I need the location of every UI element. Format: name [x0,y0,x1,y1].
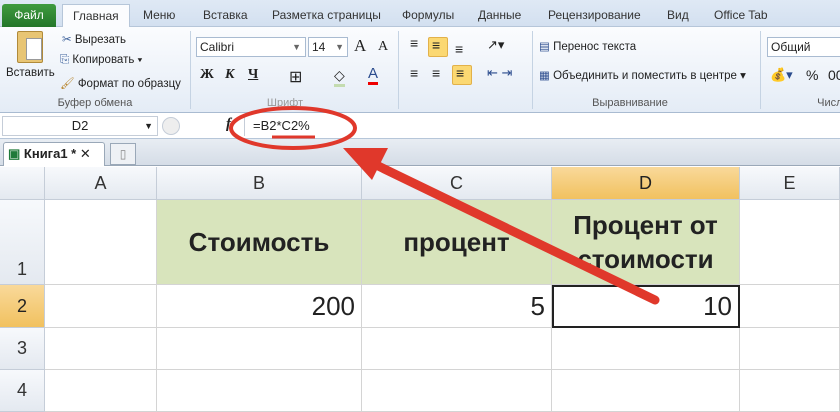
underline-button[interactable]: Ч [248,67,258,83]
cell-c1[interactable]: процент [362,200,552,285]
tab-home[interactable]: Главная [62,4,130,28]
row-header-4[interactable]: 4 [0,370,45,412]
column-header-b[interactable]: B [157,167,362,200]
paste-icon[interactable] [17,31,43,63]
excel-icon: ▣ [8,146,24,161]
cell-d2-selected[interactable]: 10 [552,285,740,328]
cell-b4[interactable] [157,370,362,412]
name-box[interactable]: D2 ▼ [2,116,158,136]
cell-d4[interactable] [552,370,740,412]
format-painter-label: Формат по образцу [77,78,181,90]
cut-button[interactable]: ✂ Вырезать [62,32,126,46]
copy-icon: ⎘ [60,54,73,66]
currency-icon[interactable]: 💰▾ [770,67,793,83]
tab-formulas[interactable]: Формулы [392,4,464,27]
cut-label: Вырезать [74,34,126,46]
indent-icons[interactable]: ⇤ ⇥ [487,65,512,81]
tab-review[interactable]: Рецензирование [538,4,651,27]
font-name-select[interactable]: Calibri ▼ [196,37,306,57]
format-painter-button[interactable]: 🖌 Формат по образцу [60,76,181,90]
brush-icon: 🖌 [60,78,75,90]
column-header-c[interactable]: C [362,167,552,200]
tab-file[interactable]: Файл [2,4,56,27]
ribbon: Вставить ✂ Вырезать ⎘ Копировать ▾ 🖌 Фор… [0,27,840,113]
tab-data[interactable]: Данные [468,4,531,27]
column-header-d[interactable]: D [552,167,740,200]
font-group-label: Шрифт [266,97,304,109]
number-group-label: Число [817,97,840,109]
cell-e2[interactable] [740,285,840,328]
cell-b1[interactable]: Стоимость [157,200,362,285]
borders-icon[interactable]: ⊞ [289,67,302,87]
column-header-a[interactable]: A [45,167,157,200]
tab-menu[interactable]: Меню [133,4,185,27]
cell-c3[interactable] [362,328,552,370]
align-bottom-icon[interactable]: ≡ [455,41,463,57]
clipboard-group-label: Буфер обмена [57,97,133,109]
cell-e3[interactable] [740,328,840,370]
grow-font-icon[interactable]: A [354,36,366,56]
ribbon-tab-bar: Файл Главная Меню Вставка Разметка стран… [0,0,840,28]
cell-a3[interactable] [45,328,157,370]
font-size-select[interactable]: 14 ▼ [308,37,348,57]
row-header-3[interactable]: 3 [0,328,45,370]
merge-center-button[interactable]: ▦ Объединить и поместить в центре ▾ [539,68,746,82]
select-all-corner[interactable] [0,167,45,200]
wrap-text-icon: ▤ [539,41,554,53]
scissors-icon: ✂ [62,34,75,46]
align-center-icon[interactable]: ≡ [432,65,440,81]
cell-d3[interactable] [552,328,740,370]
cell-c4[interactable] [362,370,552,412]
wrap-text-button[interactable]: ▤ Перенос текста [539,39,636,53]
cell-b2[interactable]: 200 [157,285,362,328]
italic-button[interactable]: К [225,67,235,83]
font-color-icon[interactable]: A [368,65,379,85]
cell-e1[interactable] [740,200,840,285]
orientation-icon[interactable]: ↗▾ [487,37,504,53]
cell-a4[interactable] [45,370,157,412]
fill-color-icon[interactable]: ◇ [334,67,345,87]
cell-a2[interactable] [45,285,157,328]
close-tab-icon[interactable]: ✕ [80,146,91,161]
align-right-icon: ≡ [456,65,465,81]
align-top-icon[interactable]: ≡ [410,35,418,51]
merge-icon: ▦ [539,70,554,82]
cell-a1[interactable] [45,200,157,285]
fx-icon[interactable]: f [226,116,231,133]
paste-button[interactable]: Вставить [6,67,55,79]
cell-e4[interactable] [740,370,840,412]
align-middle-icon: ≡ [432,37,441,53]
number-format-select[interactable]: Общий [767,37,840,57]
tab-office-tab[interactable]: Office Tab [704,4,778,27]
workbook-tab[interactable]: ▣ Книга1 * ✕ [3,142,105,166]
row-header-2[interactable]: 2 [0,285,45,328]
tab-page-layout[interactable]: Разметка страницы [262,4,391,27]
copy-label: Копировать [72,54,135,66]
shrink-font-icon[interactable]: A [378,39,388,55]
align-left-icon[interactable]: ≡ [410,65,418,81]
alignment-group-label: Выравнивание [592,97,668,109]
cell-c2[interactable]: 5 [362,285,552,328]
column-header-e[interactable]: E [740,167,840,200]
merge-label: Объединить и поместить в центре [553,70,737,82]
bold-button[interactable]: Ж [200,67,214,83]
formula-bar-handle[interactable] [162,117,180,135]
tab-view[interactable]: Вид [657,4,699,27]
percent-button[interactable]: % [806,67,818,83]
cell-b3[interactable] [157,328,362,370]
new-tab-icon[interactable]: ▯ [110,143,136,165]
tab-insert[interactable]: Вставка [193,4,258,27]
row-header-1[interactable]: 1 [0,200,45,285]
cell-d1[interactable]: Процент от стоимости [552,200,740,285]
formula-input[interactable]: =B2*C2% [244,116,840,136]
workbook-name: Книга1 * [23,146,77,161]
formula-bar: D2 ▼ f =B2*C2% [0,113,840,139]
copy-button[interactable]: ⎘ Копировать ▾ [60,54,142,67]
workbook-tabs: ▣ Книга1 * ✕ ▯ [0,139,840,166]
thousands-button[interactable]: 000 [828,67,840,83]
wrap-text-label: Перенос текста [553,41,637,53]
